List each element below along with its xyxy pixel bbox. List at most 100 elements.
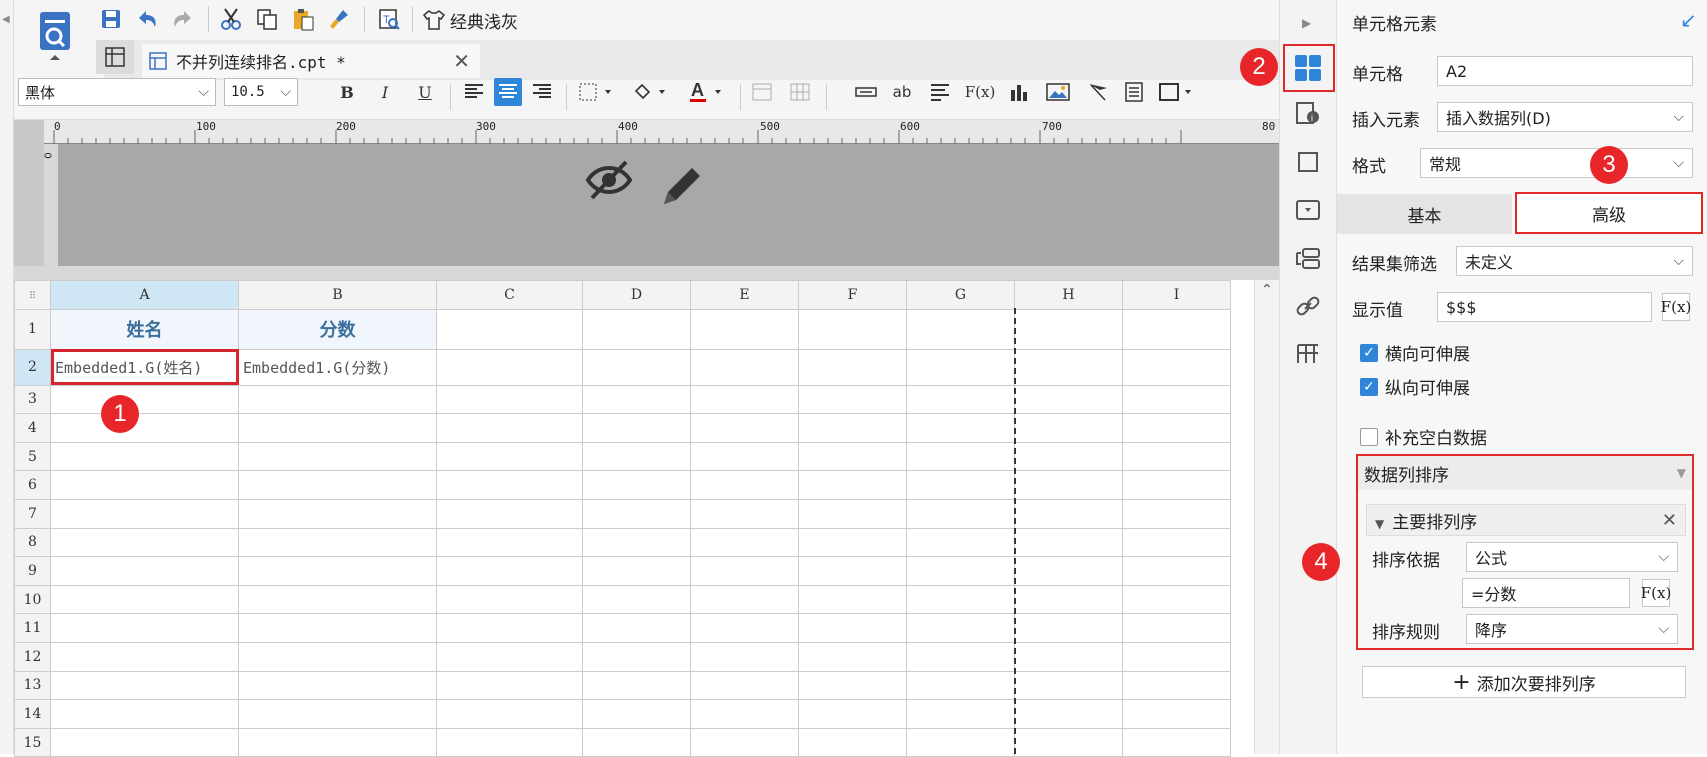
row-header-2[interactable]: 2 [14,348,51,386]
cell[interactable] [1122,641,1231,672]
slash-icon[interactable] [1084,78,1112,106]
cell[interactable] [1014,556,1123,586]
cell[interactable] [798,384,907,415]
cell[interactable] [436,348,583,386]
cell[interactable] [238,527,437,558]
col-header-g[interactable]: G [906,280,1015,310]
fill-blank-checkbox[interactable] [1360,428,1378,446]
font-family-select[interactable]: 黑体 ⌵ [18,78,216,106]
cell-expand-icon[interactable] [1293,339,1323,369]
col-header-i[interactable]: I [1122,280,1231,310]
redo-icon[interactable] [168,4,198,34]
cell[interactable] [1122,498,1231,529]
horizontal-expand-checkbox[interactable]: ✓ [1360,344,1378,362]
format-select[interactable]: 常规 ⌵ [1420,148,1693,178]
row-header-1[interactable]: 1 [14,308,51,350]
font-color-button[interactable]: A [686,78,730,106]
cell[interactable] [690,727,799,757]
col-header-f[interactable]: F [798,280,907,310]
cell[interactable] [50,613,239,643]
cell[interactable] [1014,413,1123,443]
cell[interactable] [690,527,799,558]
cell[interactable] [1014,613,1123,643]
unmerge-cells-icon[interactable] [786,78,814,106]
cell[interactable] [690,584,799,615]
align-right-icon[interactable] [528,78,556,106]
tab-basic[interactable]: 基本 [1337,194,1512,234]
cell[interactable] [906,584,1015,615]
result-filter-select[interactable]: 未定义 ⌵ [1456,246,1693,276]
cell[interactable] [798,441,907,472]
insert-image-icon[interactable] [1044,78,1072,106]
cell[interactable] [906,308,1015,350]
tab-file[interactable]: 不并列连续排名.cpt * ✕ [142,44,480,78]
sort-by-select[interactable]: 公式 ⌵ [1466,542,1678,572]
cell[interactable] [238,470,437,500]
cell[interactable] [238,556,437,586]
cell[interactable] [1014,308,1123,350]
hyperlink-icon[interactable] [1293,291,1323,321]
cell[interactable] [1014,384,1123,415]
cell[interactable] [690,308,799,350]
cell[interactable] [50,384,239,415]
cell[interactable] [238,384,437,415]
border-dropdown-icon[interactable] [576,78,620,106]
cell[interactable] [436,613,583,643]
row-header-8[interactable]: 8 [14,527,51,558]
save-icon[interactable] [96,4,126,34]
cell[interactable] [1122,527,1231,558]
insert-element-select[interactable]: 插入数据列(D) ⌵ [1437,102,1693,132]
cell[interactable] [906,384,1015,415]
cell[interactable] [582,348,691,386]
cell[interactable] [906,470,1015,500]
cell[interactable] [1122,384,1231,415]
merge-cells-icon[interactable] [748,78,776,106]
cell[interactable] [582,613,691,643]
cell[interactable] [436,727,583,757]
cell[interactable] [798,527,907,558]
cell[interactable] [50,641,239,672]
cell[interactable] [436,641,583,672]
remove-sort-icon[interactable]: ✕ [1662,510,1677,531]
cell[interactable] [238,613,437,643]
spreadsheet[interactable]: ⠿ A B C D E F G H I 1 姓名 分数 2 Embedded1.… [14,280,1254,757]
cell[interactable] [690,556,799,586]
col-header-h[interactable]: H [1014,280,1123,310]
undo-icon[interactable] [132,4,162,34]
cell[interactable] [436,470,583,500]
cell[interactable] [1014,699,1123,729]
cell[interactable] [1122,584,1231,615]
cell[interactable] [1122,699,1231,729]
underline-button[interactable]: U [411,78,439,106]
cell[interactable] [906,670,1015,701]
vertical-scrollbar[interactable]: ⌃ [1254,280,1279,754]
widget-icon[interactable] [1293,195,1323,225]
cell[interactable] [906,348,1015,386]
float-element-icon[interactable] [1293,147,1323,177]
cell[interactable] [50,470,239,500]
col-header-d[interactable]: D [582,280,691,310]
row-header-3[interactable]: 3 [14,384,51,415]
row-header-9[interactable]: 9 [14,556,51,586]
cell[interactable] [906,441,1015,472]
template-menu[interactable] [14,0,104,80]
cell[interactable] [906,498,1015,529]
cell[interactable] [1014,498,1123,529]
paste-icon[interactable] [288,4,318,34]
tab-advanced[interactable]: 高级 [1515,192,1703,234]
fill-color-icon[interactable] [630,78,674,106]
cell[interactable] [582,584,691,615]
cell[interactable] [798,308,907,350]
align-left-icon[interactable] [460,78,488,106]
cell[interactable] [690,613,799,643]
cell-border-icon[interactable] [1156,78,1200,106]
cell[interactable] [582,670,691,701]
cell[interactable] [798,727,907,757]
row-header-12[interactable]: 12 [14,641,51,672]
cell[interactable] [1122,413,1231,443]
dock-panel-icon[interactable]: ↙ [1680,8,1697,32]
insert-text-lines-icon[interactable] [926,78,954,106]
cell[interactable] [906,527,1015,558]
cell-a2[interactable]: Embedded1.G(姓名) [50,348,239,386]
col-header-a[interactable]: A [50,280,239,310]
